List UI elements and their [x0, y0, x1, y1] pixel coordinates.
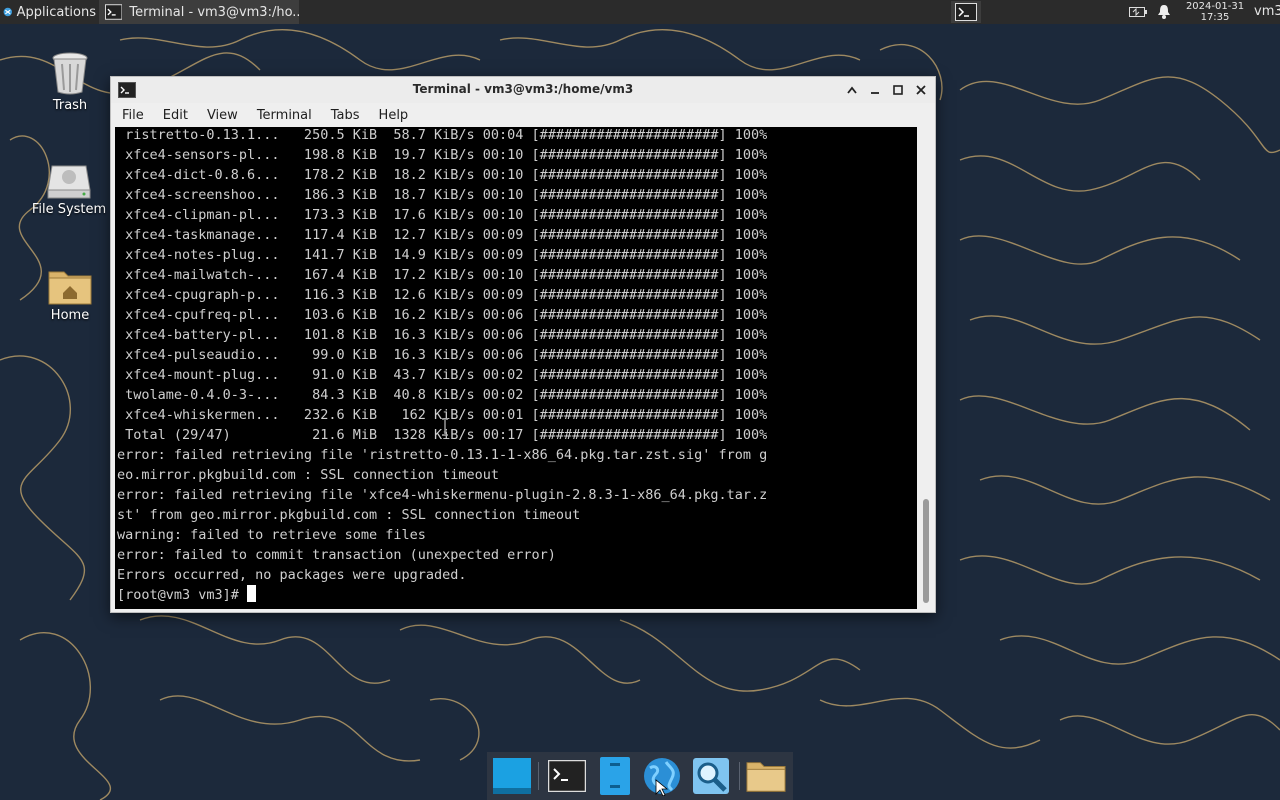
- prompt-line[interactable]: [root@vm3 vm3]#: [115, 585, 917, 605]
- minimize-icon: [871, 92, 879, 94]
- terminal-line: twolame-0.4.0-3-... 84.3 KiB 40.8 KiB/s …: [117, 387, 768, 403]
- shell-prompt: [root@vm3 vm3]#: [117, 587, 248, 603]
- close-icon: [916, 85, 926, 95]
- dock-app-finder[interactable]: [691, 756, 731, 796]
- app-finder-icon: [693, 758, 729, 794]
- desktop-icon-label: Trash: [52, 98, 88, 113]
- terminal-line: xfce4-mount-plug... 91.0 KiB 43.7 KiB/s …: [117, 367, 768, 383]
- menu-help[interactable]: Help: [368, 108, 417, 123]
- menu-terminal[interactable]: Terminal: [246, 108, 320, 123]
- desktop-icon-label: Home: [50, 308, 90, 323]
- terminal-line: xfce4-cpufreq-pl... 103.6 KiB 16.2 KiB/s…: [117, 307, 768, 323]
- terminal-line: ristretto-0.13.1... 250.5 KiB 58.7 KiB/s…: [117, 127, 768, 143]
- ibeam-cursor-icon: [442, 418, 448, 436]
- shade-button[interactable]: [843, 81, 861, 99]
- taskbar-terminal-label: Terminal - vm3@vm3:/ho...: [129, 4, 299, 20]
- terminal-line: Total (29/47) 21.6 MiB 1328 KiB/s 00:17 …: [117, 427, 768, 443]
- terminal-line: eo.mirror.pkgbuild.com : SSL connection …: [117, 467, 500, 483]
- desktop-icon-trash[interactable]: Trash: [25, 50, 115, 113]
- battery-icon[interactable]: [1129, 6, 1147, 18]
- terminal-line: st' from geo.mirror.pkgbuild.com : SSL c…: [117, 507, 581, 523]
- text-cursor-block: [247, 585, 257, 602]
- terminal-line: xfce4-battery-pl... 101.8 KiB 16.3 KiB/s…: [117, 327, 768, 343]
- terminal-line: xfce4-screenshoo... 186.3 KiB 18.7 KiB/s…: [117, 187, 768, 203]
- file-manager-icon: [600, 757, 630, 795]
- applications-label: Applications: [16, 4, 96, 20]
- terminal-icon: [955, 3, 977, 21]
- terminal-line: xfce4-whiskermen... 232.6 KiB 162 KiB/s …: [117, 407, 768, 423]
- terminal-output[interactable]: ristretto-0.13.1... 250.5 KiB 58.7 KiB/s…: [115, 127, 917, 609]
- maximize-button[interactable]: [889, 81, 907, 99]
- terminal-line: xfce4-taskmanage... 117.4 KiB 12.7 KiB/s…: [117, 227, 768, 243]
- scrollbar-thumb[interactable]: [923, 499, 929, 603]
- maximize-icon: [893, 85, 903, 95]
- drive-icon: [47, 165, 91, 199]
- clock[interactable]: 2024-01-31 17:35: [1180, 0, 1250, 23]
- terminal-line: error: failed retrieving file 'xfce4-whi…: [117, 487, 768, 503]
- terminal-window: Terminal - vm3@vm3:/home/vm3 File Edit V…: [110, 76, 936, 613]
- applications-menu-button[interactable]: Applications: [0, 0, 96, 24]
- terminal-line: Errors occurred, no packages were upgrad…: [117, 567, 467, 583]
- menu-tabs[interactable]: Tabs: [320, 108, 368, 123]
- chevron-up-icon: [847, 86, 857, 94]
- top-panel: Applications Terminal - vm3@vm3:/ho... 2…: [0, 0, 1280, 24]
- terminal-line: xfce4-pulseaudio... 99.0 KiB 16.3 KiB/s …: [117, 347, 768, 363]
- minimize-button[interactable]: [866, 81, 884, 99]
- desktop-icon-label: File System: [31, 202, 107, 217]
- terminal-line: xfce4-dict-0.8.6... 178.2 KiB 18.2 KiB/s…: [117, 167, 768, 183]
- dock-web-browser[interactable]: [642, 756, 682, 796]
- terminal-icon: [548, 760, 586, 792]
- terminal-icon: [105, 4, 123, 20]
- desktop-icon-home[interactable]: Home: [25, 266, 115, 323]
- taskbar-terminal-button[interactable]: Terminal - vm3@vm3:/ho...: [99, 0, 299, 24]
- terminal-line: xfce4-cpugraph-p... 116.3 KiB 12.6 KiB/s…: [117, 287, 768, 303]
- user-menu[interactable]: vm3: [1254, 4, 1280, 19]
- desktop-icon-file-system[interactable]: File System: [24, 160, 114, 217]
- dock-show-desktop[interactable]: [492, 756, 532, 796]
- xfce-logo-icon: [3, 7, 12, 17]
- clock-time: 17:35: [1200, 12, 1230, 23]
- dock-file-manager[interactable]: [595, 756, 635, 796]
- home-folder-icon: [48, 271, 92, 305]
- terminal-scrollbar[interactable]: [919, 127, 933, 609]
- terminal-line: warning: failed to retrieve some files: [117, 527, 426, 543]
- dock-terminal[interactable]: [547, 756, 587, 796]
- menu-edit[interactable]: Edit: [152, 108, 196, 123]
- terminal-line: error: failed to commit transaction (une…: [117, 547, 556, 563]
- clock-date: 2024-01-31: [1185, 1, 1245, 12]
- window-title: Terminal - vm3@vm3:/home/vm3: [412, 82, 634, 96]
- dock-separator: [538, 762, 539, 790]
- terminal-line: xfce4-clipman-pl... 173.3 KiB 17.6 KiB/s…: [117, 207, 768, 223]
- terminal-line: xfce4-notes-plug... 141.7 KiB 14.9 KiB/s…: [117, 247, 768, 263]
- dock-separator: [739, 762, 740, 790]
- close-button[interactable]: [912, 81, 930, 99]
- terminal-line: error: failed retrieving file 'ristretto…: [117, 447, 768, 463]
- terminal-line: xfce4-sensors-pl... 198.8 KiB 19.7 KiB/s…: [117, 147, 768, 163]
- dock: [487, 752, 793, 800]
- trash-icon: [52, 52, 88, 95]
- panel-terminal-launcher[interactable]: [951, 1, 981, 23]
- terminal-line: xfce4-mailwatch-... 167.4 KiB 17.2 KiB/s…: [117, 267, 768, 283]
- dock-folder[interactable]: [746, 756, 786, 796]
- window-titlebar[interactable]: Terminal - vm3@vm3:/home/vm3: [111, 77, 935, 103]
- folder-icon: [746, 762, 786, 792]
- notification-bell-icon[interactable]: [1157, 4, 1171, 20]
- menu-bar: File Edit View Terminal Tabs Help: [111, 103, 935, 127]
- web-browser-icon: [644, 758, 680, 796]
- menu-view[interactable]: View: [196, 108, 246, 123]
- desktop-icon: [493, 758, 531, 794]
- menu-file[interactable]: File: [111, 108, 152, 123]
